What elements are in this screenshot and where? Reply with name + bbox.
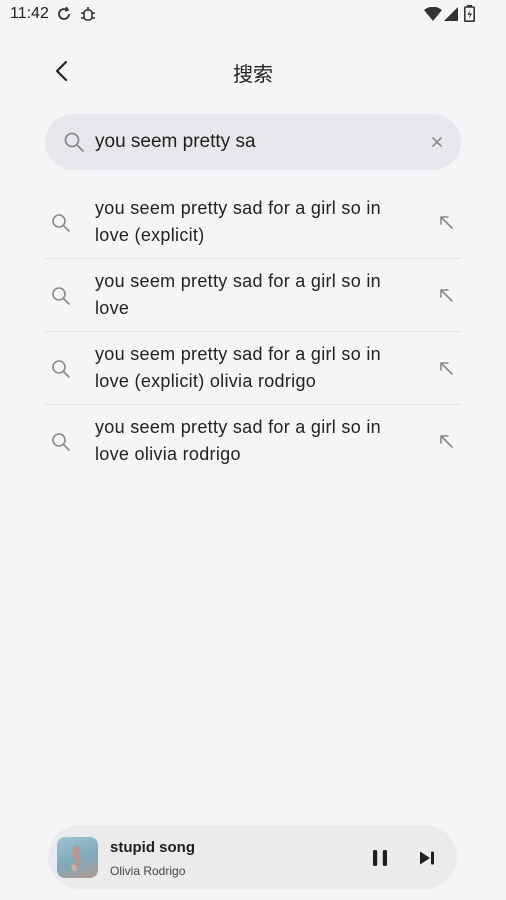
suggestion-item[interactable]: you seem pretty sad for a girl so in lov… — [45, 332, 461, 405]
search-icon — [51, 286, 71, 311]
search-input[interactable] — [95, 127, 415, 157]
header: 搜索 — [0, 50, 506, 90]
fill-query-arrow-icon[interactable] — [437, 213, 455, 236]
signal-icon — [444, 7, 458, 26]
status-time: 11:42 — [10, 5, 49, 22]
fill-query-arrow-icon[interactable] — [437, 432, 455, 455]
wifi-icon — [424, 6, 442, 26]
mini-player[interactable]: stupid song Olivia Rodrigo — [48, 825, 457, 889]
suggestion-text: you seem pretty sad for a girl so in lov… — [95, 417, 381, 464]
search-icon — [51, 359, 71, 384]
suggestion-text: you seem pretty sad for a girl so in lov… — [95, 198, 381, 245]
bug-icon — [79, 5, 97, 28]
suggestion-item[interactable]: you seem pretty sad for a girl so in lov… — [45, 259, 461, 332]
fill-query-arrow-icon[interactable] — [437, 286, 455, 309]
song-title: stupid song — [110, 839, 195, 856]
suggestion-text: you seem pretty sad for a girl so in lov… — [95, 344, 381, 391]
page-title: 搜索 — [233, 64, 273, 86]
pause-button[interactable] — [368, 846, 392, 870]
battery-icon — [464, 5, 475, 27]
suggestion-item[interactable]: you seem pretty sad for a girl so in lov… — [45, 186, 461, 259]
suggestion-list: you seem pretty sad for a girl so in lov… — [45, 186, 461, 477]
search-box[interactable] — [45, 114, 461, 170]
status-bar: 11:42 — [0, 0, 506, 30]
search-icon — [63, 131, 85, 158]
sync-icon — [56, 5, 72, 28]
suggestion-text: you seem pretty sad for a girl so in lov… — [95, 271, 381, 318]
song-artist: Olivia Rodrigo — [110, 864, 186, 878]
skip-next-icon — [420, 851, 434, 865]
fill-query-arrow-icon[interactable] — [437, 359, 455, 382]
suggestion-item[interactable]: you seem pretty sad for a girl so in lov… — [45, 405, 461, 477]
skip-next-button[interactable] — [415, 846, 439, 870]
close-icon — [432, 137, 442, 147]
clear-search-button[interactable] — [429, 134, 445, 150]
album-art[interactable] — [57, 837, 98, 878]
search-icon — [51, 213, 71, 238]
pause-icon — [373, 850, 387, 866]
search-icon — [51, 432, 71, 457]
